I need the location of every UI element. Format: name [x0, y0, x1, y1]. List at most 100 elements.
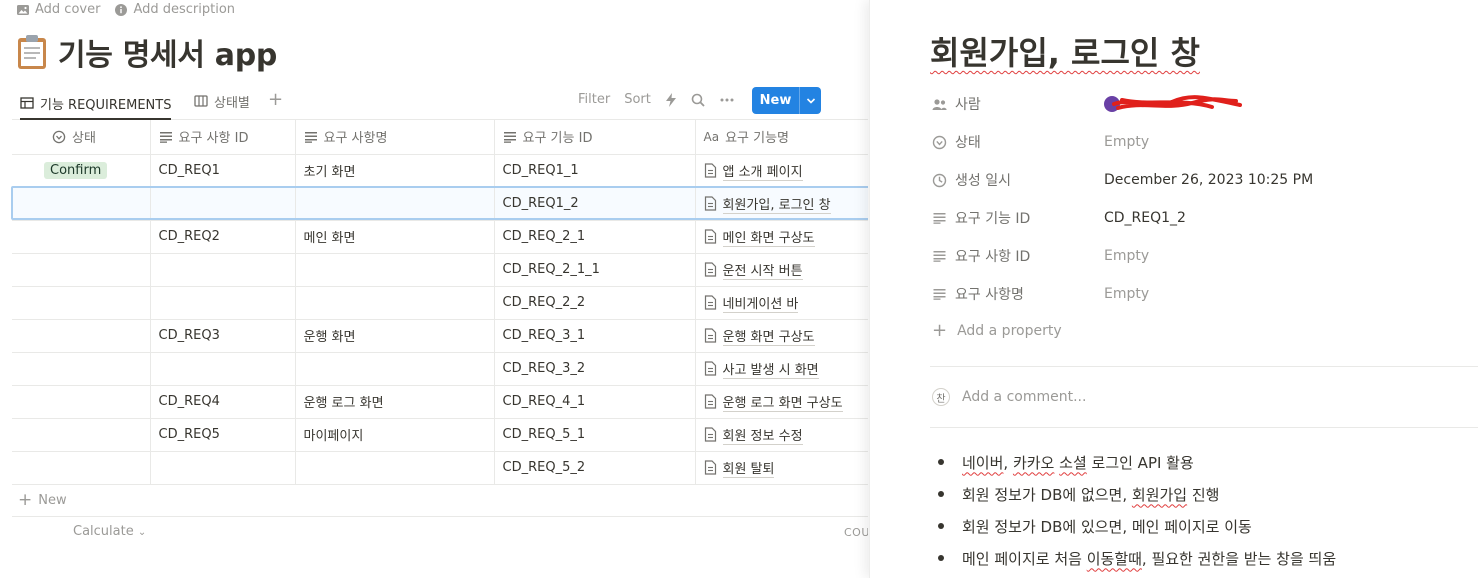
page-link[interactable]: 회원 탈퇴: [722, 458, 775, 478]
property-value[interactable]: December 26, 2023 10:25 PM: [1104, 172, 1313, 188]
cell-status[interactable]: Confirm: [12, 154, 151, 188]
column-header-func-name[interactable]: Aa 요구 기능명: [695, 120, 868, 155]
page-link[interactable]: 네비게이션 바: [722, 293, 799, 313]
list-item[interactable]: 회원 정보가 DB에 없으면, 회원가입 진행: [934, 478, 1336, 510]
search-icon[interactable]: [691, 93, 705, 107]
table-row[interactable]: CD_REQ_2_1_1 운전 시작 버튼: [12, 253, 868, 287]
property-name[interactable]: 생성 일시: [932, 170, 1104, 190]
table-row[interactable]: CD_REQ4 운행 로그 화면 CD_REQ_4_1 운행 로그 화면 구상도: [12, 385, 868, 419]
property-row[interactable]: 사람: [932, 89, 1472, 119]
cell-req-id[interactable]: [150, 286, 296, 320]
cell-func-name[interactable]: 사고 발생 시 화면: [695, 352, 868, 386]
cell-status[interactable]: [12, 418, 151, 452]
cell-req-name[interactable]: [295, 451, 495, 485]
page-link[interactable]: 운전 시작 버튼: [722, 260, 803, 280]
cell-req-id[interactable]: [150, 253, 296, 287]
property-name[interactable]: 요구 사항명: [932, 284, 1104, 304]
add-cover-button[interactable]: Add cover: [16, 2, 100, 17]
cell-req-id[interactable]: CD_REQ4: [150, 385, 296, 419]
cell-req-id[interactable]: CD_REQ1: [150, 154, 296, 188]
page-link[interactable]: 운행 로그 화면 구상도: [722, 392, 843, 412]
page-link[interactable]: 회원 정보 수정: [722, 425, 803, 445]
sort-button[interactable]: Sort: [624, 92, 651, 107]
property-name[interactable]: 요구 사항 ID: [932, 246, 1104, 266]
property-name[interactable]: 요구 기능 ID: [932, 208, 1104, 228]
cell-req-id[interactable]: CD_REQ2: [150, 220, 296, 254]
cell-func-name[interactable]: 회원가입, 로그인 창: [695, 187, 868, 221]
cell-func-id[interactable]: CD_REQ_4_1: [494, 385, 696, 419]
property-row[interactable]: 요구 기능 ID CD_REQ1_2: [932, 203, 1472, 233]
cell-req-name[interactable]: [295, 187, 495, 221]
cell-func-id[interactable]: CD_REQ_5_1: [494, 418, 696, 452]
new-button[interactable]: New: [752, 87, 821, 114]
cell-req-name[interactable]: 운행 로그 화면: [295, 385, 495, 419]
list-item[interactable]: 회원 정보가 DB에 있으면, 메인 페이지로 이동: [934, 510, 1336, 542]
add-property-button[interactable]: + Add a property: [932, 320, 1062, 341]
filter-button[interactable]: Filter: [578, 92, 610, 107]
table-row[interactable]: CD_REQ2 메인 화면 CD_REQ_2_1 메인 화면 구상도: [12, 220, 868, 254]
more-icon[interactable]: [719, 93, 735, 107]
cell-func-name[interactable]: 운행 로그 화면 구상도: [695, 385, 868, 419]
cell-func-id[interactable]: CD_REQ_5_2: [494, 451, 696, 485]
status-badge[interactable]: Confirm: [44, 162, 108, 179]
property-row[interactable]: 요구 사항명 Empty: [932, 279, 1472, 309]
cell-req-id[interactable]: [150, 451, 296, 485]
table-row[interactable]: CD_REQ1_2 회원가입, 로그인 창: [12, 187, 868, 221]
cell-func-id[interactable]: CD_REQ1_2: [494, 187, 696, 221]
tab-requirements[interactable]: 기능 REQUIREMENTS: [20, 90, 172, 120]
add-description-button[interactable]: Add description: [114, 2, 235, 17]
property-value[interactable]: Empty: [1104, 286, 1149, 302]
cell-func-name[interactable]: 회원 탈퇴: [695, 451, 868, 485]
table-row[interactable]: CD_REQ_3_2 사고 발생 시 화면: [12, 352, 868, 386]
page-link[interactable]: 메인 화면 구상도: [722, 227, 815, 247]
cell-req-name[interactable]: [295, 286, 495, 320]
table-row[interactable]: Confirm CD_REQ1 초기 화면 CD_REQ1_1 앱 소개 페이지: [12, 154, 868, 188]
cell-status[interactable]: [12, 319, 151, 353]
property-row[interactable]: 생성 일시 December 26, 2023 10:25 PM: [932, 165, 1472, 195]
tab-by-status[interactable]: 상태별: [194, 90, 250, 112]
add-row-button[interactable]: + New: [18, 490, 67, 510]
cell-req-name[interactable]: 메인 화면: [295, 220, 495, 254]
comment-box[interactable]: 찬 Add a comment...: [932, 388, 1086, 406]
person-value[interactable]: [1104, 95, 1242, 113]
cell-func-name[interactable]: 회원 정보 수정: [695, 418, 868, 452]
cell-status[interactable]: [12, 352, 151, 386]
cell-status[interactable]: [12, 187, 151, 221]
cell-req-name[interactable]: 초기 화면: [295, 154, 495, 188]
property-value[interactable]: Empty: [1104, 134, 1149, 150]
cell-req-id[interactable]: CD_REQ5: [150, 418, 296, 452]
cell-status[interactable]: [12, 220, 151, 254]
cell-req-name[interactable]: 운행 화면: [295, 319, 495, 353]
cell-func-name[interactable]: 운전 시작 버튼: [695, 253, 868, 287]
column-header-req-name[interactable]: 요구 사항명: [295, 120, 495, 155]
calculate-button[interactable]: Calculate ⌄: [73, 524, 146, 539]
list-item[interactable]: 네이버, 카카오 소셜 로그인 API 활용: [934, 446, 1336, 478]
property-row[interactable]: 요구 사항 ID Empty: [932, 241, 1472, 271]
cell-req-name[interactable]: 마이페이지: [295, 418, 495, 452]
page-title[interactable]: 기능 명세서 app: [58, 30, 277, 74]
cell-req-id[interactable]: CD_REQ3: [150, 319, 296, 353]
column-header-req-id[interactable]: 요구 사항 ID: [150, 120, 296, 155]
page-link[interactable]: 운행 화면 구상도: [722, 326, 815, 346]
cell-func-id[interactable]: CD_REQ_2_2: [494, 286, 696, 320]
cell-func-name[interactable]: 네비게이션 바: [695, 286, 868, 320]
cell-func-id[interactable]: CD_REQ_3_2: [494, 352, 696, 386]
cell-status[interactable]: [12, 253, 151, 287]
list-item[interactable]: 메인 페이지로 처음 이동할때, 필요한 권한을 받는 창을 띄움: [934, 542, 1336, 574]
property-value[interactable]: CD_REQ1_2: [1104, 210, 1186, 226]
column-header-func-id[interactable]: 요구 기능 ID: [494, 120, 696, 155]
cell-req-id[interactable]: [150, 187, 296, 221]
cell-func-name[interactable]: 메인 화면 구상도: [695, 220, 868, 254]
property-value[interactable]: Empty: [1104, 248, 1149, 264]
page-link[interactable]: 앱 소개 페이지: [722, 161, 803, 181]
lightning-icon[interactable]: [665, 92, 677, 107]
cell-req-name[interactable]: [295, 352, 495, 386]
cell-status[interactable]: [12, 451, 151, 485]
table-row[interactable]: CD_REQ_5_2 회원 탈퇴: [12, 451, 868, 485]
cell-func-id[interactable]: CD_REQ_2_1: [494, 220, 696, 254]
add-view-button[interactable]: +: [268, 90, 283, 110]
clipboard-icon[interactable]: [16, 34, 48, 70]
count-label[interactable]: COU: [844, 526, 868, 539]
cell-func-id[interactable]: CD_REQ1_1: [494, 154, 696, 188]
chevron-down-icon[interactable]: [800, 97, 821, 105]
